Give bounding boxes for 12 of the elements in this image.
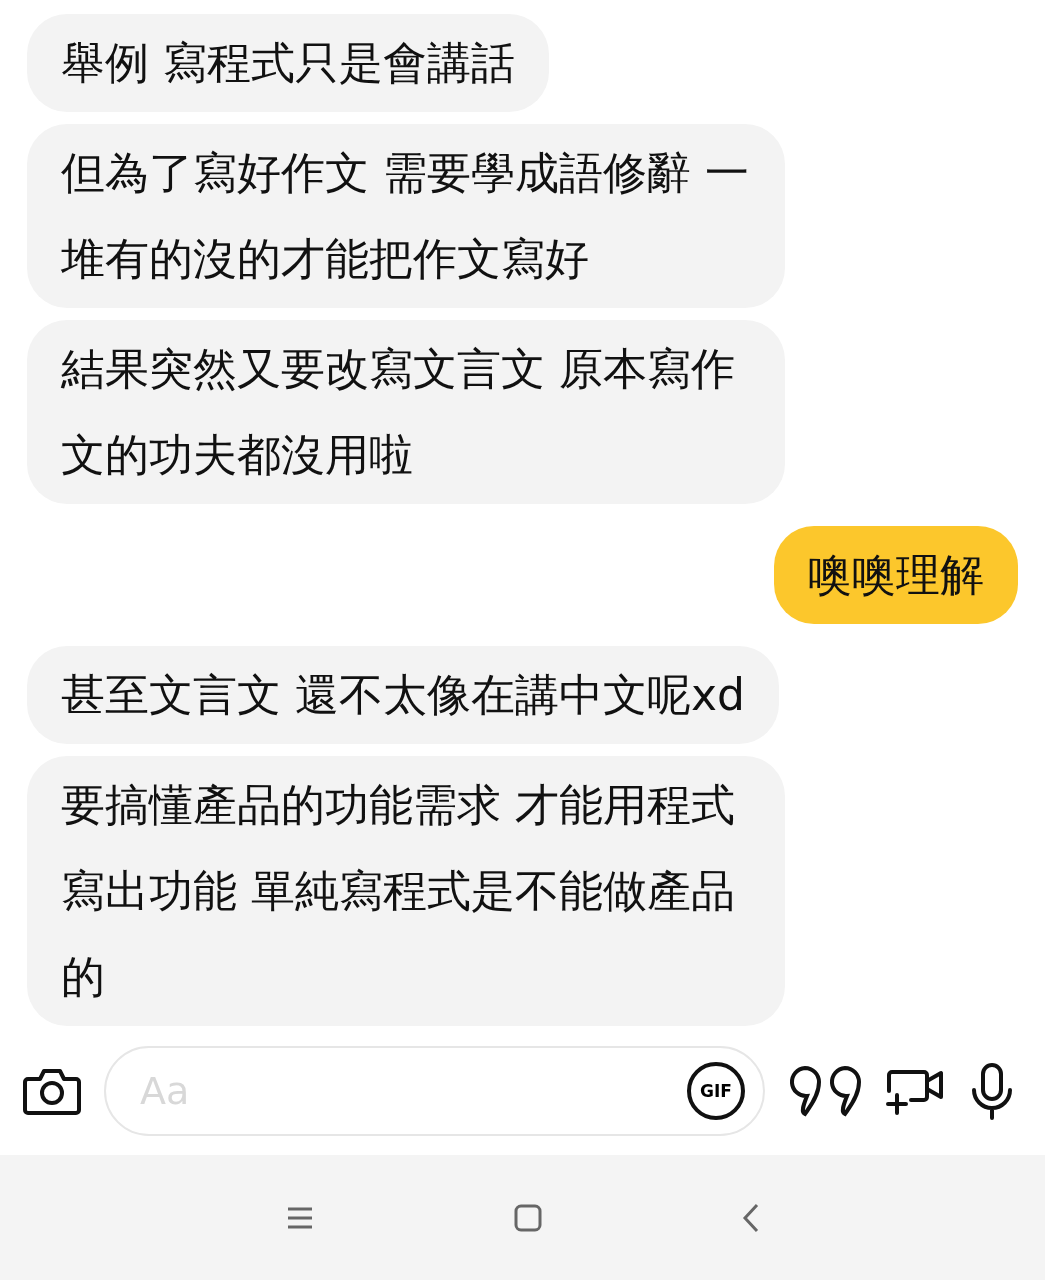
message-bubble: 甚至文言文 還不太像在講中文呢xd [27, 646, 779, 744]
message-bubble: 噢噢理解 [774, 526, 1018, 624]
gif-button[interactable]: GIF [687, 1062, 745, 1120]
back-icon[interactable] [741, 1202, 760, 1233]
message-bubble: 舉例 寫程式只是會講話 [27, 14, 549, 112]
message-bubble: 結果突然又要改寫文言文 原本寫作文的功夫都沒用啦 [27, 320, 785, 504]
message-bubble: 但為了寫好作文 需要學成語修辭 一堆有的沒的才能把作文寫好 [27, 124, 785, 308]
message-bubble: 要搞懂產品的功能需求 才能用程式寫出功能 單純寫程式是不能做產品的 [27, 756, 785, 1026]
microphone-icon[interactable] [969, 1062, 1015, 1120]
recent-apps-icon[interactable] [285, 1205, 314, 1230]
home-icon[interactable] [513, 1203, 542, 1232]
quote-icon[interactable] [787, 1064, 863, 1118]
